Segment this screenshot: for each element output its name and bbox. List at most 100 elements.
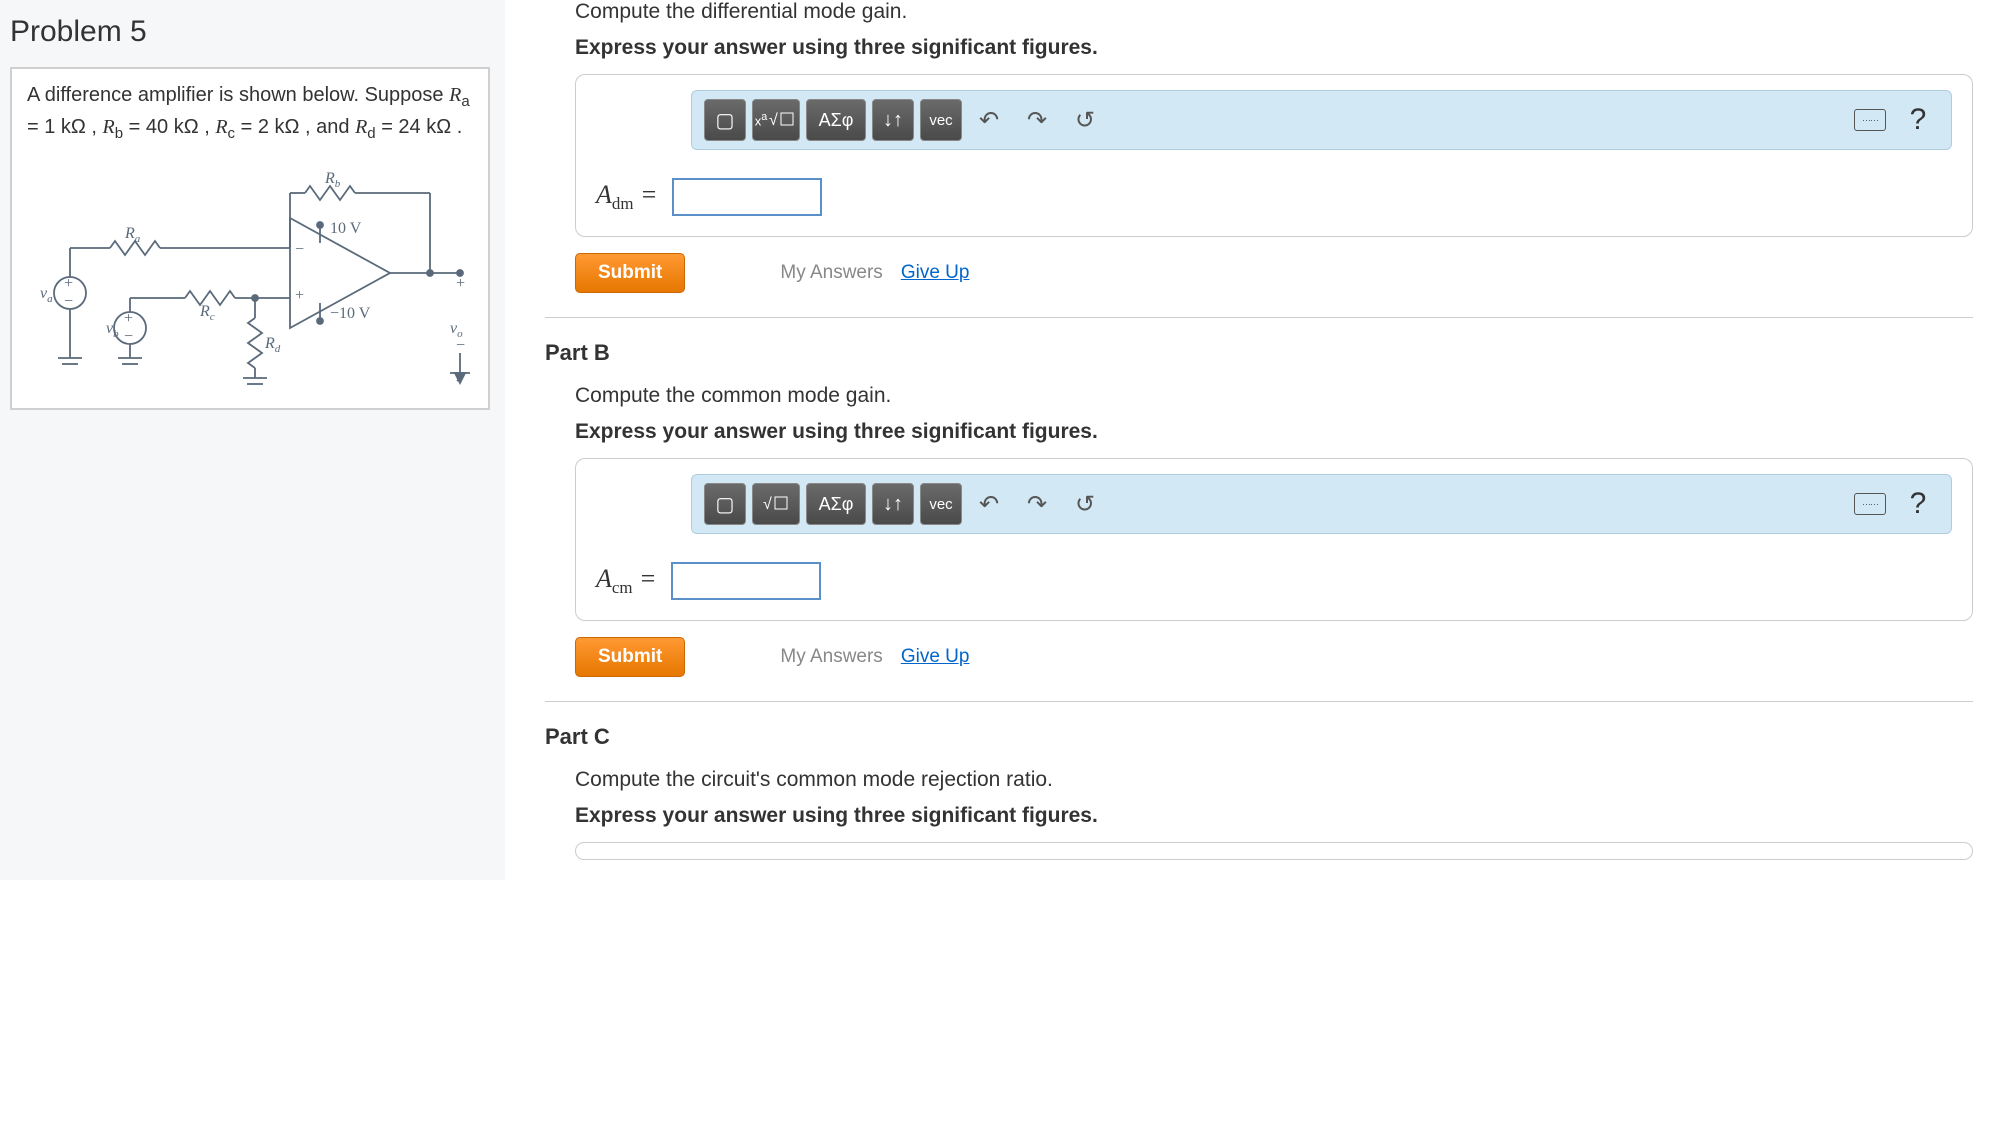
- my-answers-text: My Answers: [780, 646, 882, 668]
- toolbar-redo-button[interactable]: ↷: [1016, 99, 1058, 141]
- eq4: = 24 kΩ .: [376, 116, 463, 138]
- toolbar-keyboard-button[interactable]: ⋯⋯: [1849, 483, 1891, 525]
- symbol: A: [596, 564, 612, 593]
- toolbar-arrows-button[interactable]: ↓↑: [872, 483, 914, 525]
- sub: cm: [612, 578, 633, 597]
- toolbar-template-button[interactable]: ▢: [704, 483, 746, 525]
- label-rb: Rb: [324, 170, 341, 190]
- toolbar-greek-button[interactable]: ΑΣφ: [806, 99, 866, 141]
- sub-ra: a: [461, 93, 469, 110]
- label-ra: Ra: [124, 225, 141, 245]
- left-panel: Problem 5 A difference amplifier is show…: [0, 0, 505, 880]
- toolbar-undo-button[interactable]: ↶: [968, 483, 1010, 525]
- part-a-submit-button[interactable]: Submit: [575, 253, 685, 293]
- svg-text:√: √: [763, 496, 772, 513]
- part-b-instruction2: Express your answer using three signific…: [575, 420, 1973, 444]
- label-rc: Rc: [199, 303, 215, 323]
- problem-title: Problem 5: [10, 15, 505, 49]
- var-ra: R: [449, 84, 461, 106]
- template-icon: ▢: [716, 108, 735, 133]
- template-icon: ▢: [716, 492, 735, 517]
- part-a-action-links: My Answers Give Up: [780, 262, 969, 284]
- part-b-answer-input[interactable]: [671, 562, 821, 600]
- part-b-content: Compute the common mode gain. Express yo…: [545, 384, 1973, 677]
- part-a-answer-input[interactable]: [672, 178, 822, 216]
- part-b-submit-button[interactable]: Submit: [575, 637, 685, 677]
- right-panel: Compute the differential mode gain. Expr…: [505, 0, 2008, 880]
- toolbar-help-button[interactable]: ?: [1897, 99, 1939, 141]
- give-up-link[interactable]: Give Up: [901, 262, 970, 284]
- part-b-actions: Submit My Answers Give Up: [575, 637, 1973, 677]
- svg-text:+: +: [456, 275, 465, 292]
- separator-ab: [545, 317, 1973, 318]
- toolbar-sqrt-button[interactable]: √: [752, 483, 800, 525]
- svg-text:−: −: [456, 337, 465, 354]
- toolbar-keyboard-button[interactable]: ⋯⋯: [1849, 99, 1891, 141]
- toolbar-undo-button[interactable]: ↶: [968, 99, 1010, 141]
- part-a-toolbar: ▢ xa√□√ ΑΣφ ↓↑ vec ↶ ↷ ↺ ⋯⋯ ?: [691, 90, 1952, 150]
- var-rd: R: [355, 116, 367, 138]
- part-a-answer-box: ▢ xa√□√ ΑΣφ ↓↑ vec ↶ ↷ ↺ ⋯⋯ ? Adm =: [575, 74, 1973, 237]
- svg-text:+: +: [295, 287, 304, 304]
- toolbar-template-button[interactable]: ▢: [704, 99, 746, 141]
- svg-text:−: −: [124, 328, 133, 345]
- symbol: A: [596, 180, 612, 209]
- part-c-instruction2: Express your answer using three signific…: [575, 804, 1973, 828]
- part-c-content: Compute the circuit's common mode reject…: [545, 768, 1973, 860]
- eq2: = 40 kΩ ,: [123, 116, 215, 138]
- sub-rd: d: [367, 125, 375, 142]
- part-b-instruction1: Compute the common mode gain.: [575, 384, 1973, 408]
- part-a-answer-row: Adm =: [596, 178, 1952, 216]
- part-b-answer-label: Acm =: [596, 564, 657, 598]
- label-va: va: [40, 285, 53, 305]
- circuit-diagram: va vb Ra Rb Rc Rd vo 10 V −10 V + − + − …: [27, 153, 473, 393]
- toolbar-reset-button[interactable]: ↺: [1064, 483, 1106, 525]
- svg-text:+: +: [124, 310, 133, 327]
- separator-bc: [545, 701, 1973, 702]
- label-vb: vb: [106, 320, 119, 340]
- label-rd: Rd: [264, 335, 281, 355]
- sub-rb: b: [115, 125, 123, 142]
- svg-text:−: −: [64, 293, 73, 310]
- keyboard-icon: ⋯⋯: [1854, 109, 1886, 131]
- toolbar-greek-button[interactable]: ΑΣφ: [806, 483, 866, 525]
- var-rc: R: [215, 116, 227, 138]
- toolbar-vec-button[interactable]: vec: [920, 99, 962, 141]
- sub-rc: c: [228, 125, 236, 142]
- toolbar-redo-button[interactable]: ↷: [1016, 483, 1058, 525]
- part-c-heading: Part C: [545, 724, 1973, 750]
- sub: dm: [612, 194, 634, 213]
- var-rb: R: [103, 116, 115, 138]
- problem-description: A difference amplifier is shown below. S…: [27, 81, 473, 145]
- equals: =: [633, 564, 657, 593]
- eq3: = 2 kΩ , and: [235, 116, 355, 138]
- part-a-actions: Submit My Answers Give Up: [575, 253, 1973, 293]
- part-b-answer-row: Acm =: [596, 562, 1952, 600]
- svg-text:√: √: [769, 112, 778, 129]
- label-neg10v: −10 V: [330, 305, 371, 322]
- give-up-link[interactable]: Give Up: [901, 646, 970, 668]
- toolbar-sqrt-button[interactable]: xa√□√: [752, 99, 800, 141]
- toolbar-vec-button[interactable]: vec: [920, 483, 962, 525]
- keyboard-icon: ⋯⋯: [1854, 493, 1886, 515]
- part-a-instruction1: Compute the differential mode gain.: [575, 0, 1973, 24]
- part-b-toolbar: ▢ √ ΑΣφ ↓↑ vec ↶ ↷ ↺ ⋯⋯ ?: [691, 474, 1952, 534]
- equals: =: [633, 180, 657, 209]
- toolbar-reset-button[interactable]: ↺: [1064, 99, 1106, 141]
- sqrt-icon: xa: [755, 111, 768, 128]
- part-a-content: Compute the differential mode gain. Expr…: [545, 0, 1973, 293]
- problem-box: A difference amplifier is shown below. S…: [10, 67, 490, 410]
- part-b-answer-box: ▢ √ ΑΣφ ↓↑ vec ↶ ↷ ↺ ⋯⋯ ? Acm =: [575, 458, 1973, 621]
- toolbar-help-button[interactable]: ?: [1897, 483, 1939, 525]
- desc-text: A difference amplifier is shown below. S…: [27, 84, 449, 106]
- svg-text:+: +: [64, 275, 73, 292]
- part-a-answer-label: Adm =: [596, 180, 658, 214]
- part-b-action-links: My Answers Give Up: [780, 646, 969, 668]
- label-10v: 10 V: [330, 220, 362, 237]
- part-a-instruction2: Express your answer using three signific…: [575, 36, 1973, 60]
- toolbar-arrows-button[interactable]: ↓↑: [872, 99, 914, 141]
- part-b-heading: Part B: [545, 340, 1973, 366]
- part-c-answer-box-partial: [575, 842, 1973, 860]
- sqrt-svg-icon: √: [767, 109, 797, 131]
- svg-text:−: −: [295, 241, 304, 258]
